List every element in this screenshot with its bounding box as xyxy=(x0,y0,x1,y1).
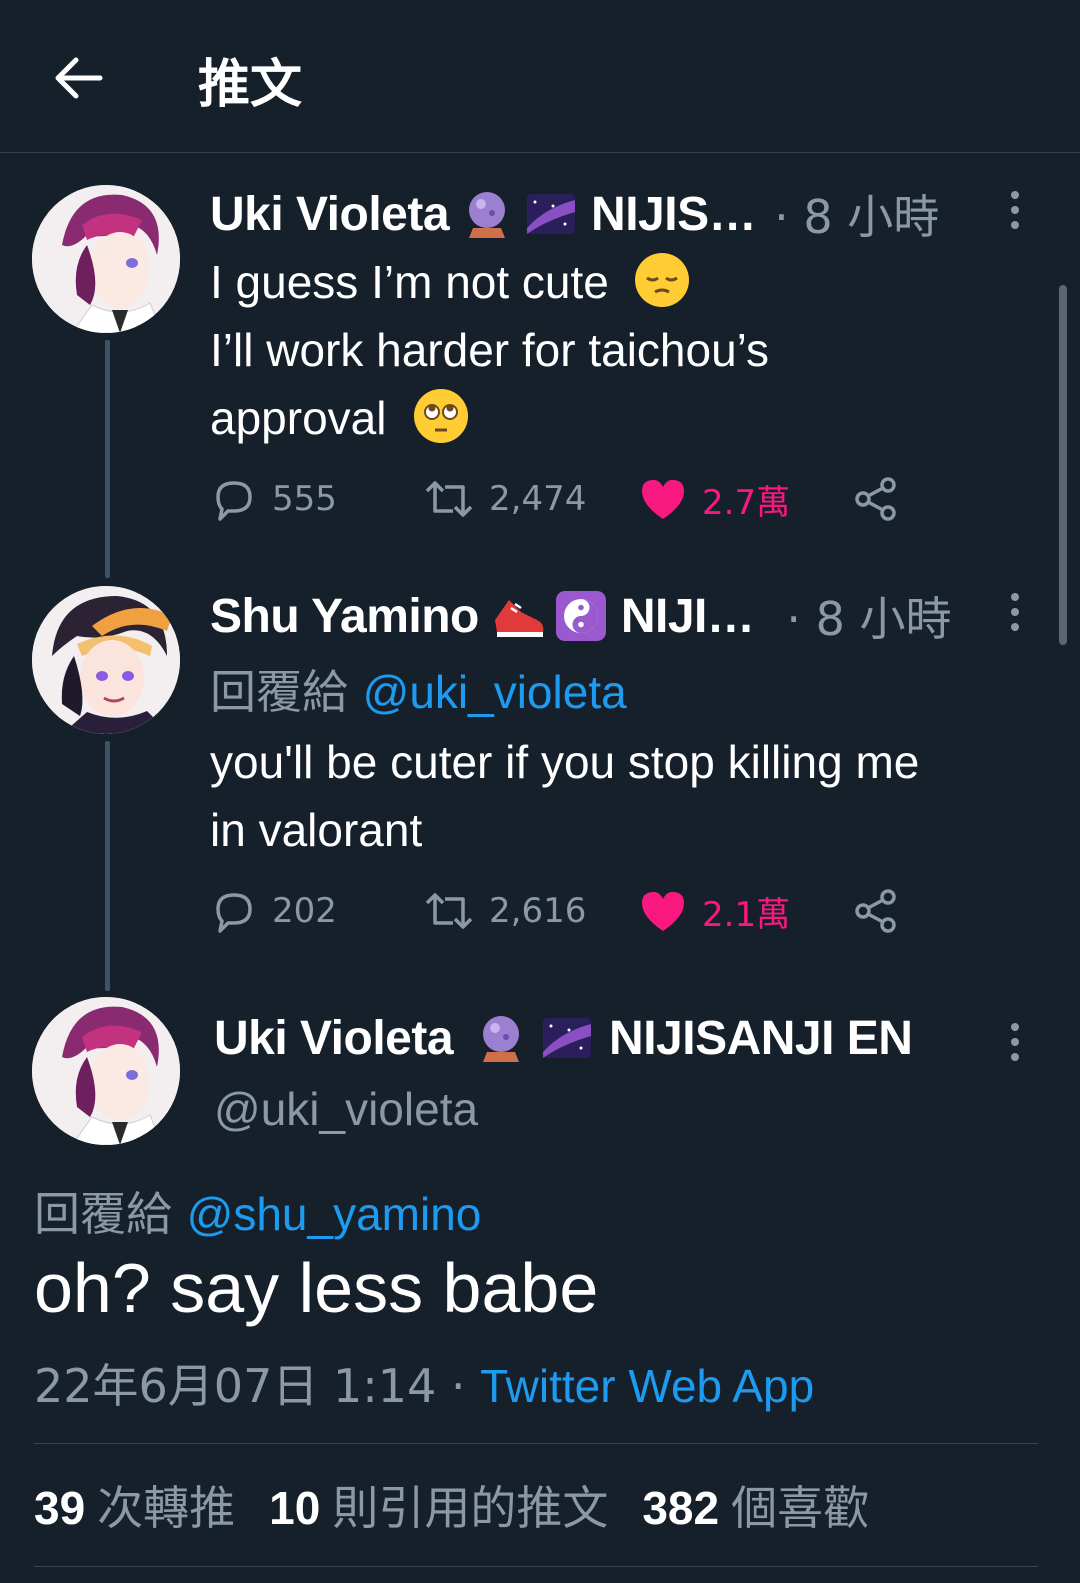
yin-yang-icon xyxy=(555,590,607,642)
tweet-line: in valorant xyxy=(210,804,423,856)
crystal-ball-icon xyxy=(461,188,513,240)
tweet-source-link[interactable]: Twitter Web App xyxy=(480,1360,814,1412)
display-name[interactable]: Uki Violeta xyxy=(214,1011,454,1066)
display-name[interactable]: Uki Violeta xyxy=(210,187,450,242)
affiliation: NIJI… xyxy=(620,589,755,643)
milky-way-icon xyxy=(539,1012,592,1064)
reply-icon xyxy=(216,481,252,521)
avatar[interactable] xyxy=(32,997,180,1145)
tweet-actions: 202 2,616 2.1萬 xyxy=(210,881,910,941)
affiliation: NIJISANJI EN xyxy=(609,1011,913,1065)
heart-filled-icon xyxy=(642,891,684,931)
replying-to: 回覆給 @uki_violeta xyxy=(210,656,627,722)
milky-way-icon xyxy=(525,188,577,240)
reply-action[interactable]: 555 xyxy=(210,469,337,529)
tweet-date[interactable]: 22年6月07日 1:14 · xyxy=(34,1359,466,1413)
retweet-total[interactable]: 39 xyxy=(34,1481,85,1535)
share-action[interactable] xyxy=(853,881,899,941)
pensive-face-icon xyxy=(634,253,689,307)
like-action[interactable]: 2.7萬 xyxy=(638,469,790,529)
reply-prefix: 回覆給 xyxy=(34,1187,172,1241)
user-handle[interactable]: @uki_violeta xyxy=(214,1082,478,1136)
tweet-line: you'll be cuter if you stop killing me xyxy=(210,736,920,788)
tweet-timestamp: 22年6月07日 1:14 · Twitter Web App xyxy=(34,1350,814,1416)
like-count: 2.1萬 xyxy=(702,894,791,935)
share-icon xyxy=(855,477,896,521)
running-shoe-icon xyxy=(491,590,544,642)
divider xyxy=(34,1566,1038,1567)
like-count: 2.7萬 xyxy=(702,482,791,523)
tweet-stats: 39 次轉推 10 則引用的推文 382 個喜歡 xyxy=(34,1472,903,1538)
retweet-action[interactable]: 2,616 xyxy=(423,881,586,941)
crystal-ball-icon xyxy=(475,1012,527,1064)
reply-prefix: 回覆給 xyxy=(210,665,348,719)
heart-filled-icon xyxy=(642,479,684,519)
reply-icon xyxy=(216,893,252,933)
replying-to: 回覆給 @shu_yamino xyxy=(34,1178,481,1244)
tweet-header: Uki Violeta NIJIS… · 8 小時 xyxy=(210,181,939,247)
more-options-icon[interactable] xyxy=(1000,582,1030,642)
like-action[interactable]: 2.1萬 xyxy=(638,881,790,941)
scrollbar[interactable] xyxy=(1059,285,1067,645)
mention-link[interactable]: @uki_violeta xyxy=(363,666,627,718)
like-total[interactable]: 382 xyxy=(642,1481,719,1535)
back-arrow-icon[interactable] xyxy=(48,48,108,108)
timestamp[interactable]: · 8 小時 xyxy=(774,181,939,247)
reply-count: 555 xyxy=(272,479,337,519)
avatar[interactable] xyxy=(32,586,180,734)
tweet-header: Uki Violeta NIJISANJI EN xyxy=(214,1008,913,1068)
like-label: 個喜歡 xyxy=(731,1481,870,1535)
retweet-count: 2,474 xyxy=(489,479,587,519)
page-title: 推文 xyxy=(198,55,303,115)
more-options-icon[interactable] xyxy=(1000,180,1030,240)
retweet-icon xyxy=(425,893,473,929)
top-bar: 推文 xyxy=(0,0,1080,153)
tweet-text: you'll be cuter if you stop killing me i… xyxy=(210,728,919,864)
quote-label: 則引用的推文 xyxy=(332,1481,609,1535)
tweet-line: approval xyxy=(210,384,769,452)
mention-link[interactable]: @shu_yamino xyxy=(187,1188,482,1240)
tweet-text: I guess I’m not cute I’ll work harder fo… xyxy=(210,248,769,452)
more-options-icon[interactable] xyxy=(1000,1012,1030,1072)
tweet-line: I guess I’m not cute xyxy=(210,248,769,316)
display-name[interactable]: Shu Yamino xyxy=(210,589,479,644)
pleading-face-icon xyxy=(414,389,469,443)
divider xyxy=(34,1443,1038,1444)
affiliation: NIJIS… xyxy=(591,187,757,241)
reply-action[interactable]: 202 xyxy=(210,881,337,941)
quote-total[interactable]: 10 xyxy=(269,1481,320,1535)
timestamp[interactable]: · 8 小時 xyxy=(786,583,951,649)
reply-count: 202 xyxy=(272,891,337,931)
retweet-action[interactable]: 2,474 xyxy=(423,469,586,529)
retweet-label: 次轉推 xyxy=(97,1481,236,1535)
tweet-header: Shu Yamino NIJI… · 8 小時 xyxy=(210,583,952,649)
retweet-icon xyxy=(425,481,473,517)
thread-line xyxy=(105,741,110,991)
share-icon xyxy=(855,889,896,933)
share-action[interactable] xyxy=(853,469,899,529)
retweet-count: 2,616 xyxy=(489,891,587,931)
avatar[interactable] xyxy=(32,185,180,333)
main-tweet-text: oh? say less babe xyxy=(34,1249,599,1327)
thread-line xyxy=(105,340,110,578)
tweet-actions: 555 2,474 2.7萬 xyxy=(210,469,910,529)
tweet-line: I’ll work harder for taichou’s xyxy=(210,324,770,376)
